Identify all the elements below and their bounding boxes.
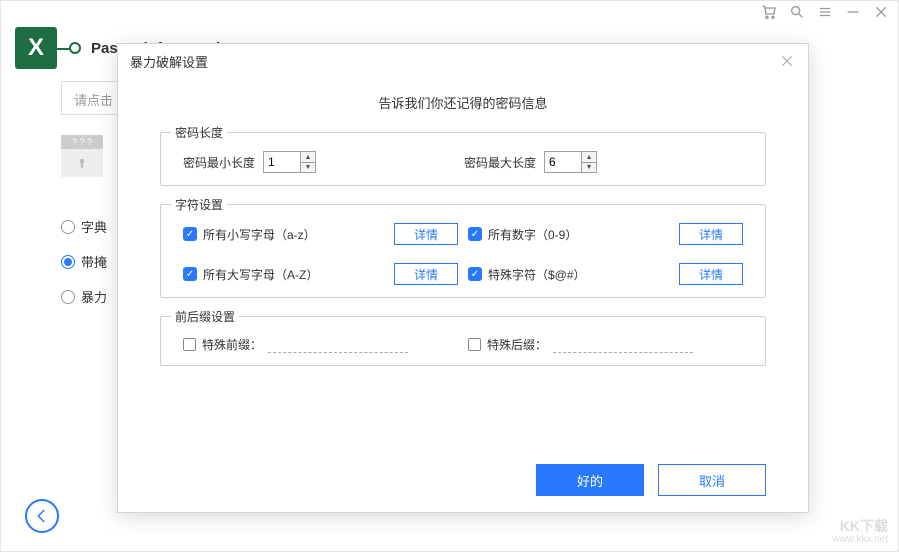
window-top-bar <box>1 1 898 23</box>
checkbox-suffix[interactable] <box>468 338 481 351</box>
prefix-input[interactable] <box>268 335 408 353</box>
ok-button[interactable]: 好的 <box>536 464 644 496</box>
max-length-label: 密码最大长度 <box>464 154 536 171</box>
watermark-line1: KK下载 <box>832 519 888 534</box>
min-length-group: 密码最小长度 ▲ ▼ <box>183 151 316 173</box>
detail-button-lowercase[interactable]: 详情 <box>394 223 458 245</box>
charset-special-row: ✓ 特殊字符（$@#） 详情 <box>468 263 743 285</box>
charset-lowercase-row: ✓ 所有小写字母（a-z） 详情 <box>183 223 458 245</box>
prefix-group: 特殊前缀： <box>183 335 408 353</box>
charset-fieldset: 字符设置 ✓ 所有小写字母（a-z） 详情 ✓ 所有数字（0-9） <box>160 204 766 298</box>
min-length-up[interactable]: ▲ <box>301 152 315 162</box>
checkbox-uppercase[interactable]: ✓ <box>183 267 197 281</box>
checkbox-special[interactable]: ✓ <box>468 267 482 281</box>
dialog-title: 暴力破解设置 <box>130 52 208 71</box>
fieldset-legend: 密码长度 <box>171 124 227 141</box>
fieldset-legend: 前后缀设置 <box>171 308 239 325</box>
radio-label: 带掩 <box>81 252 107 271</box>
menu-icon[interactable] <box>816 3 834 21</box>
radio-label: 暴力 <box>81 287 107 306</box>
suffix-group: 特殊后缀： <box>468 335 693 353</box>
min-length-input[interactable] <box>264 152 300 172</box>
close-window-icon[interactable] <box>872 3 890 21</box>
max-length-input[interactable] <box>545 152 581 172</box>
charset-digits-row: ✓ 所有数字（0-9） 详情 <box>468 223 743 245</box>
charset-label: 所有大写字母（A-Z） <box>203 266 318 283</box>
detail-button-uppercase[interactable]: 详情 <box>394 263 458 285</box>
fieldset-legend: 字符设置 <box>171 196 227 213</box>
password-length-fieldset: 密码长度 密码最小长度 ▲ ▼ 密码最大长度 <box>160 132 766 186</box>
min-length-spinner: ▲ ▼ <box>263 151 316 173</box>
back-button[interactable] <box>25 499 59 533</box>
max-length-group: 密码最大长度 ▲ ▼ <box>464 151 597 173</box>
charset-label: 所有数字（0-9） <box>488 226 577 243</box>
charset-uppercase-row: ✓ 所有大写字母（A-Z） 详情 <box>183 263 458 285</box>
cart-icon[interactable] <box>760 3 778 21</box>
app-window: PassFab for Excel 请点击 ? ? ? 字典 带掩 暴力 KK下… <box>0 0 899 552</box>
lock-icon <box>61 149 103 177</box>
charset-label: 特殊字符（$@#） <box>488 266 586 283</box>
radio-label: 字典 <box>81 217 107 236</box>
dialog-footer: 好的 取消 <box>536 464 766 496</box>
search-icon[interactable] <box>788 3 806 21</box>
suffix-label: 特殊后缀： <box>487 336 547 353</box>
charset-label: 所有小写字母（a-z） <box>203 226 316 243</box>
file-preview-header: ? ? ? <box>61 135 103 149</box>
affix-fieldset: 前后缀设置 特殊前缀： 特殊后缀： <box>160 316 766 366</box>
max-length-down[interactable]: ▼ <box>582 162 596 172</box>
dialog-prompt: 告诉我们你还记得的密码信息 <box>118 93 808 112</box>
cancel-button[interactable]: 取消 <box>658 464 766 496</box>
checkbox-lowercase[interactable]: ✓ <box>183 227 197 241</box>
min-length-down[interactable]: ▼ <box>301 162 315 172</box>
max-length-up[interactable]: ▲ <box>582 152 596 162</box>
checkbox-digits[interactable]: ✓ <box>468 227 482 241</box>
brute-force-settings-dialog: 暴力破解设置 告诉我们你还记得的密码信息 密码长度 密码最小长度 ▲ <box>117 43 809 513</box>
max-length-spinner: ▲ ▼ <box>544 151 597 173</box>
checkbox-prefix[interactable] <box>183 338 196 351</box>
minimize-icon[interactable] <box>844 3 862 21</box>
watermark-line2: www.kkx.net <box>832 534 888 545</box>
dialog-header: 暴力破解设置 <box>118 44 808 79</box>
detail-button-digits[interactable]: 详情 <box>679 223 743 245</box>
watermark: KK下载 www.kkx.net <box>832 519 888 545</box>
prefix-label: 特殊前缀： <box>202 336 262 353</box>
close-icon[interactable] <box>780 54 796 70</box>
detail-button-special[interactable]: 详情 <box>679 263 743 285</box>
min-length-label: 密码最小长度 <box>183 154 255 171</box>
dialog-body: 告诉我们你还记得的密码信息 密码长度 密码最小长度 ▲ ▼ <box>118 79 808 366</box>
suffix-input[interactable] <box>553 335 693 353</box>
file-preview-box: ? ? ? <box>61 135 103 177</box>
